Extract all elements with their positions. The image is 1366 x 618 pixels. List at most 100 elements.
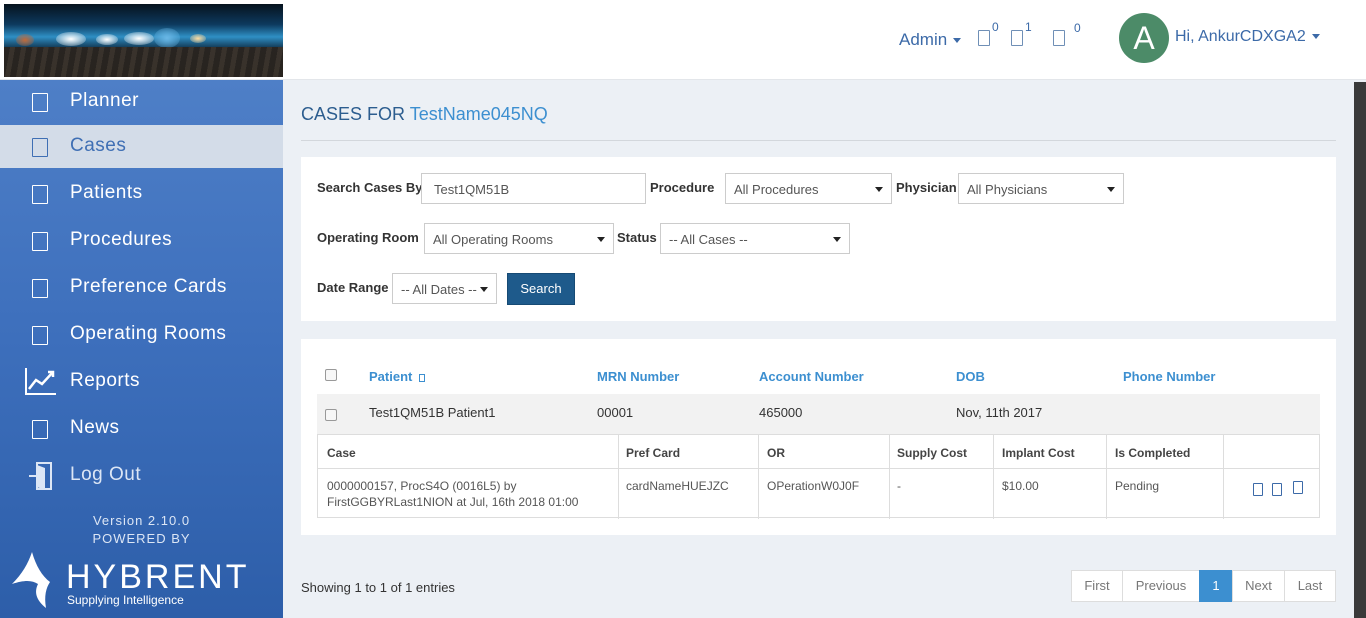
briefcase-icon xyxy=(32,138,48,157)
sidebar-item-reports[interactable]: Reports xyxy=(0,360,283,403)
room-icon xyxy=(32,326,48,345)
sidebar-item-patients[interactable]: Patients xyxy=(0,172,283,215)
sidebar-item-planner[interactable]: Planner xyxy=(0,80,283,123)
physician-label: Physician xyxy=(896,180,957,195)
mrn-cell: 00001 xyxy=(597,405,634,420)
account-cell: 465000 xyxy=(759,405,803,420)
dob-column-header[interactable]: DOB xyxy=(956,369,985,384)
chart-line-icon xyxy=(25,368,56,395)
procedure-label: Procedure xyxy=(650,180,715,195)
search-by-label: Search Cases By xyxy=(317,180,423,195)
sidebar-item-cases[interactable]: Cases xyxy=(0,125,283,168)
sidebar-item-label: Patients xyxy=(70,182,143,203)
procedure-select[interactable]: All Procedures xyxy=(725,173,892,204)
column-divider xyxy=(758,435,759,519)
entries-info: Showing 1 to 1 of 1 entries xyxy=(301,580,455,595)
date-range-select-value: -- All Dates -- xyxy=(401,282,477,297)
calendar-icon xyxy=(32,93,48,112)
sidebar-item-logout[interactable]: Log Out xyxy=(0,454,283,497)
sidebar-item-procedures[interactable]: Procedures xyxy=(0,219,283,262)
title-divider xyxy=(301,140,1336,141)
date-range-label: Date Range xyxy=(317,280,389,295)
avatar[interactable]: A xyxy=(1119,13,1169,63)
search-input[interactable]: Test1QM51B xyxy=(421,173,646,204)
admin-menu[interactable]: Admin xyxy=(899,30,962,50)
chevron-down-icon xyxy=(1311,34,1320,40)
status-select[interactable]: -- All Cases -- xyxy=(660,223,850,254)
delete-icon[interactable] xyxy=(1293,481,1303,494)
search-input-value: Test1QM51B xyxy=(434,182,510,197)
sidebar-item-news[interactable]: News xyxy=(0,407,283,450)
page-title: CASES FOR TestName045NQ xyxy=(301,104,548,125)
admin-label: Admin xyxy=(899,30,948,49)
sort-icon xyxy=(418,374,425,382)
supply-cost-column-header: Supply Cost xyxy=(897,446,968,460)
case-cell[interactable]: 0000000157, ProcS4O (0016L5) by FirstGGB… xyxy=(327,478,578,510)
phone-column-header[interactable]: Phone Number xyxy=(1123,369,1215,384)
page-title-prefix: CASES FOR xyxy=(301,104,406,124)
vertical-scrollbar[interactable] xyxy=(1354,82,1366,618)
procedure-select-value: All Procedures xyxy=(734,182,819,197)
chevron-down-icon xyxy=(1107,187,1115,192)
case-line-1: 0000000157, ProcS4O (0016L5) by xyxy=(327,479,517,493)
or-column-header: OR xyxy=(767,446,785,460)
chevron-down-icon xyxy=(833,237,841,242)
date-range-select[interactable]: -- All Dates -- xyxy=(392,273,497,304)
sidebar-item-label: Procedures xyxy=(70,229,173,250)
select-all-checkbox[interactable] xyxy=(325,369,337,381)
case-column-header: Case xyxy=(327,446,356,460)
chevron-down-icon xyxy=(597,237,605,242)
implant-cost-cell: $10.00 xyxy=(1002,479,1039,493)
implant-cost-column-header: Implant Cost xyxy=(1002,446,1075,460)
row-divider xyxy=(318,468,1319,469)
pref-card-cell: cardNameHUEJZC xyxy=(626,479,729,493)
case-line-2: FirstGGBYRLast1NION at Jul, 16th 2018 01… xyxy=(327,495,579,509)
column-divider xyxy=(993,435,994,519)
notification-badge: 0 xyxy=(992,20,999,34)
version-text: Version 2.10.0 xyxy=(92,513,191,528)
page-title-name[interactable]: TestName045NQ xyxy=(410,104,548,124)
operating-room-select-value: All Operating Rooms xyxy=(433,232,553,247)
account-column-header[interactable]: Account Number xyxy=(759,369,864,384)
physician-select[interactable]: All Physicians xyxy=(958,173,1124,204)
notification-icon[interactable] xyxy=(978,30,990,46)
user-greeting: Hi, AnkurCDXGA2 xyxy=(1175,28,1306,45)
case-subtable: Case Pref Card OR Supply Cost Implant Co… xyxy=(317,434,1320,519)
sidebar-item-label: Operating Rooms xyxy=(70,323,227,344)
view-icon[interactable] xyxy=(1272,483,1282,496)
mrn-column-header[interactable]: MRN Number xyxy=(597,369,679,384)
procedure-icon xyxy=(32,232,48,251)
patient-header-label: Patient xyxy=(369,369,413,384)
search-button[interactable]: Search xyxy=(507,273,575,305)
physician-select-value: All Physicians xyxy=(967,182,1048,197)
edit-icon[interactable] xyxy=(1253,483,1263,496)
chevron-down-icon xyxy=(875,187,883,192)
pager-page-1-button[interactable]: 1 xyxy=(1199,570,1233,602)
pager-next-button[interactable]: Next xyxy=(1232,570,1285,602)
logo-banner-image[interactable] xyxy=(4,4,283,77)
chevron-down-icon xyxy=(480,287,488,292)
column-divider xyxy=(1106,435,1107,519)
patient-cell: Test1QM51B Patient1 xyxy=(369,405,496,420)
news-icon xyxy=(32,420,48,439)
message-badge: 1 xyxy=(1025,20,1032,34)
column-divider xyxy=(889,435,890,519)
pref-card-column-header: Pref Card xyxy=(626,446,681,460)
sidebar-item-preference-cards[interactable]: Preference Cards xyxy=(0,266,283,309)
pager-previous-button[interactable]: Previous xyxy=(1122,570,1200,602)
cart-icon[interactable] xyxy=(1053,30,1065,46)
top-header: Admin 0 1 0 A Hi, AnkurCDXGA2 xyxy=(0,0,1366,80)
message-icon[interactable] xyxy=(1011,30,1023,46)
operating-room-select[interactable]: All Operating Rooms xyxy=(424,223,614,254)
pager-last-button[interactable]: Last xyxy=(1284,570,1336,602)
sidebar: Planner Cases Patients Procedures Prefer… xyxy=(0,80,283,618)
brand-tagline: Supplying Intelligence xyxy=(67,593,184,607)
user-menu[interactable]: Hi, AnkurCDXGA2 xyxy=(1175,28,1320,46)
status-label: Status xyxy=(617,230,657,245)
patient-column-header[interactable]: Patient xyxy=(369,369,425,384)
pager-first-button[interactable]: First xyxy=(1071,570,1123,602)
sidebar-item-operating-rooms[interactable]: Operating Rooms xyxy=(0,313,283,356)
card-icon xyxy=(32,279,48,298)
supply-cost-cell: - xyxy=(897,479,901,493)
row-checkbox[interactable] xyxy=(325,409,337,421)
